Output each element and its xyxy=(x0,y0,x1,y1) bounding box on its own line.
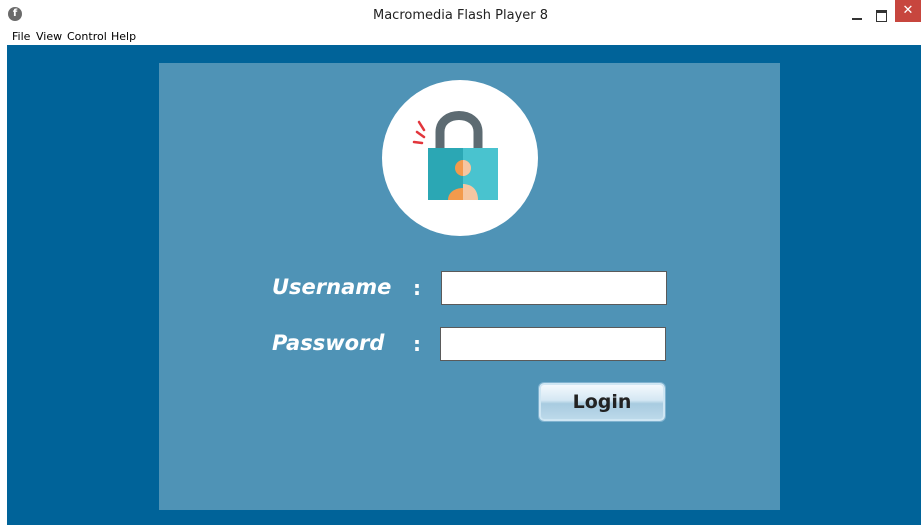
minimize-button[interactable] xyxy=(845,0,869,29)
menu-control[interactable]: Control xyxy=(67,30,107,43)
username-label: Username xyxy=(272,275,392,299)
password-field[interactable] xyxy=(440,327,666,361)
menu-file[interactable]: File xyxy=(12,30,30,43)
login-button[interactable]: Login xyxy=(539,383,665,421)
close-button[interactable]: ✕ xyxy=(895,0,921,22)
window-title: Macromedia Flash Player 8 xyxy=(372,8,549,23)
username-colon: : xyxy=(413,276,421,300)
menu-bar: File View Control Help xyxy=(0,29,921,45)
unlocked-padlock-user-icon xyxy=(412,111,498,200)
password-colon: : xyxy=(413,332,421,356)
minimize-icon xyxy=(852,18,862,20)
menu-help[interactable]: Help xyxy=(111,30,136,43)
flash-stage: Username : Password : Login xyxy=(7,45,921,525)
password-label: Password xyxy=(272,331,385,355)
maximize-icon xyxy=(876,10,887,22)
maximize-button[interactable] xyxy=(870,0,894,29)
lock-logo xyxy=(382,80,538,236)
username-field[interactable] xyxy=(441,271,667,305)
menu-view[interactable]: View xyxy=(36,30,62,43)
login-panel: Username : Password : Login xyxy=(159,63,780,510)
title-bar: f Macromedia Flash Player 8 ✕ xyxy=(0,0,921,29)
